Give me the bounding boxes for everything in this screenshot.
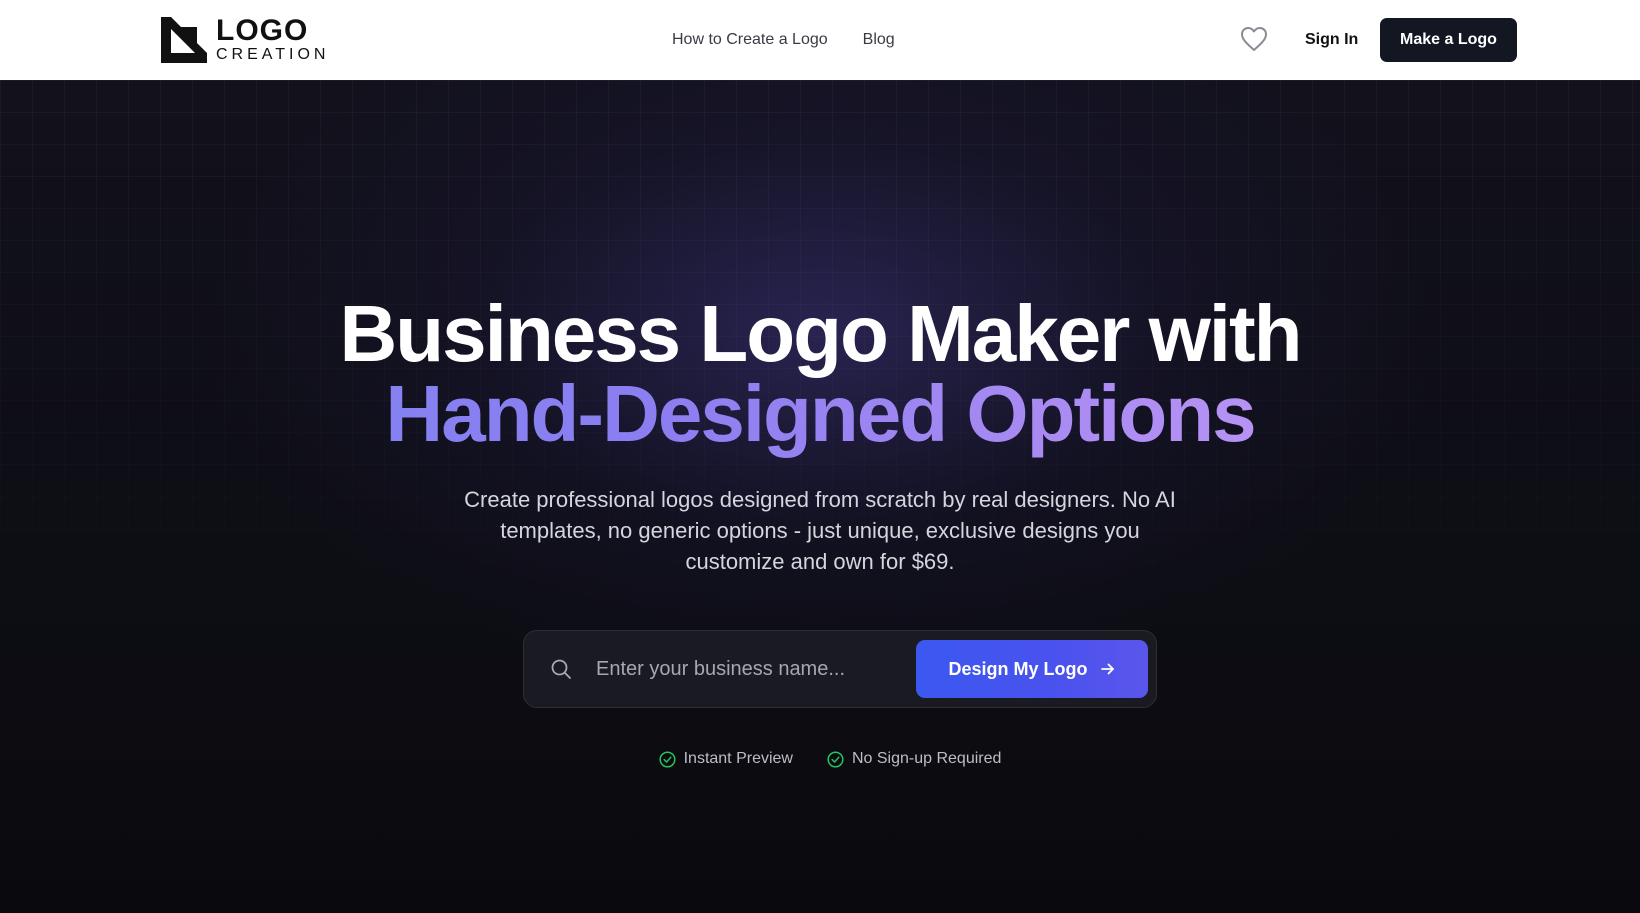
feature-list: Instant Preview No Sign-up Required — [0, 750, 1640, 768]
site-header: LOGO CREATION How to Create a Logo Blog … — [0, 0, 1640, 80]
check-circle-icon — [659, 750, 676, 768]
site-logo[interactable]: LOGO CREATION — [161, 16, 329, 63]
nav-how-to-create[interactable]: How to Create a Logo — [672, 31, 828, 49]
feature-label: Instant Preview — [683, 750, 793, 767]
business-name-search-bar: Design My Logo — [523, 630, 1157, 708]
search-icon — [551, 659, 571, 679]
feature-instant-preview: Instant Preview — [659, 750, 793, 768]
business-name-input[interactable] — [596, 649, 896, 689]
hero-title-line-1: Business Logo Maker with — [339, 289, 1302, 378]
logo-mark-icon — [161, 16, 207, 63]
make-a-logo-button[interactable]: Make a Logo — [1380, 18, 1517, 62]
logo-subword: CREATION — [216, 46, 330, 63]
sign-in-link[interactable]: Sign In — [1305, 0, 1358, 80]
hero-title-line-2: Hand-Designed Options — [0, 368, 1640, 460]
heart-icon[interactable] — [1240, 26, 1268, 52]
design-my-logo-button[interactable]: Design My Logo — [916, 640, 1148, 698]
arrow-right-icon — [1100, 663, 1114, 675]
feature-label: No Sign-up Required — [851, 750, 1002, 767]
logo-text: LOGO CREATION — [216, 16, 329, 63]
design-my-logo-label: Design My Logo — [948, 658, 1088, 679]
hero-section: Business Logo Maker with Hand-Designed O… — [0, 80, 1640, 913]
check-circle-icon — [827, 750, 844, 768]
feature-no-signup: No Sign-up Required — [827, 750, 1001, 768]
logo-word: LOGO — [216, 14, 309, 47]
main-nav: How to Create a Logo Blog — [672, 0, 895, 80]
nav-blog[interactable]: Blog — [863, 31, 895, 49]
hero-subtitle: Create professional logos designed from … — [464, 487, 1176, 574]
